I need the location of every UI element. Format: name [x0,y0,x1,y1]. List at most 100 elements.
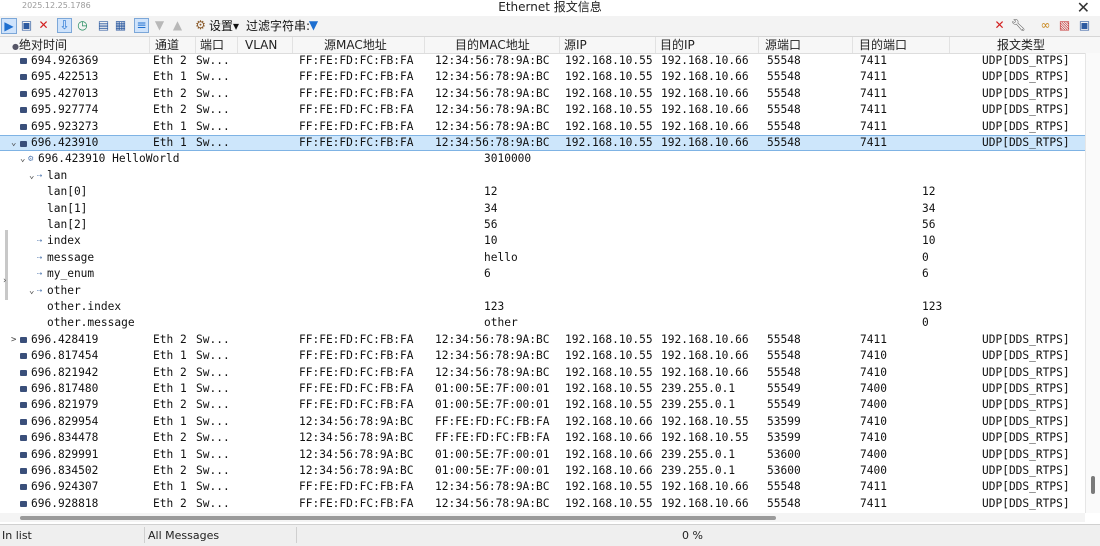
field-raw-value: 6 [484,267,491,281]
field-raw-value: 56 [484,218,498,231]
time-cell: 696.428419 [31,332,99,346]
message-list: 694.926369 Eth 2 Sw... FF:FE:FD:FC:FB:FA 12:… [0,53,1085,513]
col-absolute-time[interactable]: ●绝对时间 [12,37,150,53]
table-row[interactable]: 696.928818 Eth 2 Sw... FF:FE:FD:FC:FB:FA 12:… [0,496,1085,512]
table-row[interactable]: 696.924307 Eth 1 Sw... FF:FE:FD:FC:FB:FA 12:… [0,479,1085,495]
table-row[interactable]: 695.923273 Eth 1 Sw... FF:FE:FD:FC:FB:FA 12:… [0,119,1085,135]
type-cell: UDP[DDS_RTPS] [982,86,1070,100]
col-src-ip[interactable]: 源IP [560,37,656,53]
table-row[interactable]: 694.926369 Eth 2 Sw... FF:FE:FD:FC:FB:FA 12:… [0,53,1085,69]
type-cell: UDP[DDS_RTPS] [982,349,1070,363]
table-row[interactable]: 696.834502 Eth 2 Sw... 12:34:56:78:9A:BC 01:… [0,463,1085,479]
dst-mac-cell: FF:FE:FD:FC:FB:FA [435,414,550,428]
src-port-cell: 53600 [767,447,801,461]
table-row[interactable]: 696.817480 Eth 1 Sw... FF:FE:FD:FC:FB:FA 01:… [0,381,1085,397]
src-port-cell: 55548 [767,136,801,149]
link-icon[interactable]: ∞ [1038,18,1053,33]
table-row[interactable]: ⌄ 696.423910 Eth 1 Sw... FF:FE:FD:FC:FB:FA 12… [0,135,1085,151]
src-mac-cell: FF:FE:FD:FC:FB:FA [299,480,414,494]
table-row[interactable]: 696.821979 Eth 2 Sw... FF:FE:FD:FC:FB:FA 01:… [0,397,1085,413]
table-row[interactable]: 696.829954 Eth 1 Sw... 12:34:56:78:9A:BC FF:… [0,414,1085,430]
col-channel[interactable]: 通道 [150,37,196,53]
filter-icon[interactable]: ▼ [306,18,321,33]
col-src-mac[interactable]: 源MAC地址 [293,37,425,53]
delete-icon[interactable]: ✕ [36,18,51,33]
col-dst-port[interactable]: 目的端口 [853,37,950,53]
table-row[interactable]: 695.422513 Eth 1 Sw... FF:FE:FD:FC:FB:FA 12:… [0,69,1085,85]
table-row[interactable]: 696.834478 Eth 2 Sw... 12:34:56:78:9A:BC FF:… [0,430,1085,446]
sort-icon[interactable]: ≡ [134,18,149,33]
arrow-down-icon[interactable]: ▼ [152,18,167,33]
save-icon[interactable]: ▣ [19,18,34,33]
autoscroll-icon[interactable]: ⇩ [57,18,72,33]
tree-row[interactable]: ⇢ my_enum 6 6 [0,266,1085,282]
port-cell: Sw... [196,496,230,510]
gear-icon[interactable]: ⚙ [193,18,208,33]
play-icon[interactable]: ▶ [1,18,17,34]
collapse-icon[interactable]: ⌄ [29,168,34,184]
export-icon[interactable]: ▧ [1057,18,1072,33]
arrow-up-icon[interactable]: ▲ [170,18,185,33]
dst-mac-cell: 12:34:56:78:9A:BC [435,332,550,346]
port-cell: Sw... [196,398,230,412]
col-dst-mac[interactable]: 目的MAC地址 [425,37,560,53]
dst-mac-cell: 12:34:56:78:9A:BC [435,103,550,117]
tree-row[interactable]: ⌄ ⇢ other [0,283,1085,299]
tree-row[interactable]: lan[0] 12 12 [0,184,1085,200]
collapse-icon[interactable]: ⌄ [20,151,25,167]
table-row[interactable]: 696.817454 Eth 1 Sw... FF:FE:FD:FC:FB:FA 12:… [0,348,1085,364]
time-cell: 696.928818 [31,496,99,510]
table-row[interactable]: 696.829991 Eth 1 Sw... 12:34:56:78:9A:BC 01:… [0,447,1085,463]
col-port[interactable]: 端口 [196,37,238,53]
clear-filter-icon[interactable]: ✕ [992,18,1007,33]
field-phys-value: 6 [922,267,929,281]
vertical-scroll-thumb[interactable] [1091,476,1095,494]
col-message-type[interactable]: 报文类型 [950,37,1085,53]
src-port-cell: 55548 [767,332,801,346]
src-port-cell: 55548 [767,86,801,100]
tree-row[interactable]: ⇢ index 10 10 [0,233,1085,249]
port-cell: Sw... [196,431,230,445]
time-cell: 695.427013 [31,86,99,100]
tree-row[interactable]: lan[1] 34 34 [0,201,1085,217]
expand-panel-icon[interactable]: › [3,276,7,286]
table-row[interactable]: 695.427013 Eth 2 Sw... FF:FE:FD:FC:FB:FA 12:… [0,86,1085,102]
collapse-icon[interactable]: ⌄ [11,136,16,150]
src-ip-cell: 192.168.10.55 [565,86,653,100]
message-icon [20,468,27,474]
table-row[interactable]: >696.428419 Eth 2 Sw... FF:FE:FD:FC:FB:FA 12… [0,332,1085,348]
tree-row[interactable]: ⇢ message hello 0 [0,250,1085,266]
tree-row[interactable]: other.index 123 123 [0,299,1085,315]
expand-icon[interactable]: > [11,332,16,348]
time-cell: 695.927774 [31,103,99,117]
detail-view-icon[interactable]: ▦ [113,18,128,33]
tree-row[interactable]: other.message other 0 [0,315,1085,331]
src-mac-cell: 12:34:56:78:9A:BC [299,431,414,445]
settings-button[interactable]: 设置▾ [209,19,239,33]
tree-row[interactable]: ⌄ ⇢ lan [0,168,1085,184]
clock-icon[interactable]: ◷ [75,18,90,33]
dst-port-cell: 7411 [860,54,887,67]
collapse-icon[interactable]: ⌄ [29,283,34,299]
dst-mac-cell: 12:34:56:78:9A:BC [435,480,550,494]
col-src-port[interactable]: 源端口 [759,37,853,53]
horizontal-scroll-thumb[interactable] [20,516,776,520]
dst-ip-cell: 192.168.10.66 [661,103,749,117]
close-icon[interactable]: ✕ [1077,0,1090,17]
col-vlan[interactable]: VLAN [238,37,293,53]
channel-cell: Eth 2 [153,86,187,100]
horizontal-scrollbar[interactable] [0,513,1085,522]
table-row[interactable]: 695.927774 Eth 2 Sw... FF:FE:FD:FC:FB:FA 12:… [0,102,1085,118]
col-dst-ip[interactable]: 目的IP [656,37,759,53]
vertical-scrollbar[interactable] [1085,53,1100,513]
list-view-icon[interactable]: ▤ [96,18,111,33]
channel-cell: Eth 1 [153,447,187,461]
filter-label: 过滤字符串: [246,19,311,33]
tree-row[interactable]: ⌄ ⚙ 696.423910 HelloWorld 3010000 [0,151,1085,167]
field-raw-value: 12 [484,185,498,199]
src-mac-cell: 12:34:56:78:9A:BC [299,464,414,477]
window-menu-icon[interactable]: ▣ [1077,18,1092,33]
wrench-icon[interactable]: 🔧︎ [1011,18,1026,33]
table-row[interactable]: 696.821942 Eth 2 Sw... FF:FE:FD:FC:FB:FA 12:… [0,365,1085,381]
tree-row[interactable]: lan[2] 56 56 [0,217,1085,233]
